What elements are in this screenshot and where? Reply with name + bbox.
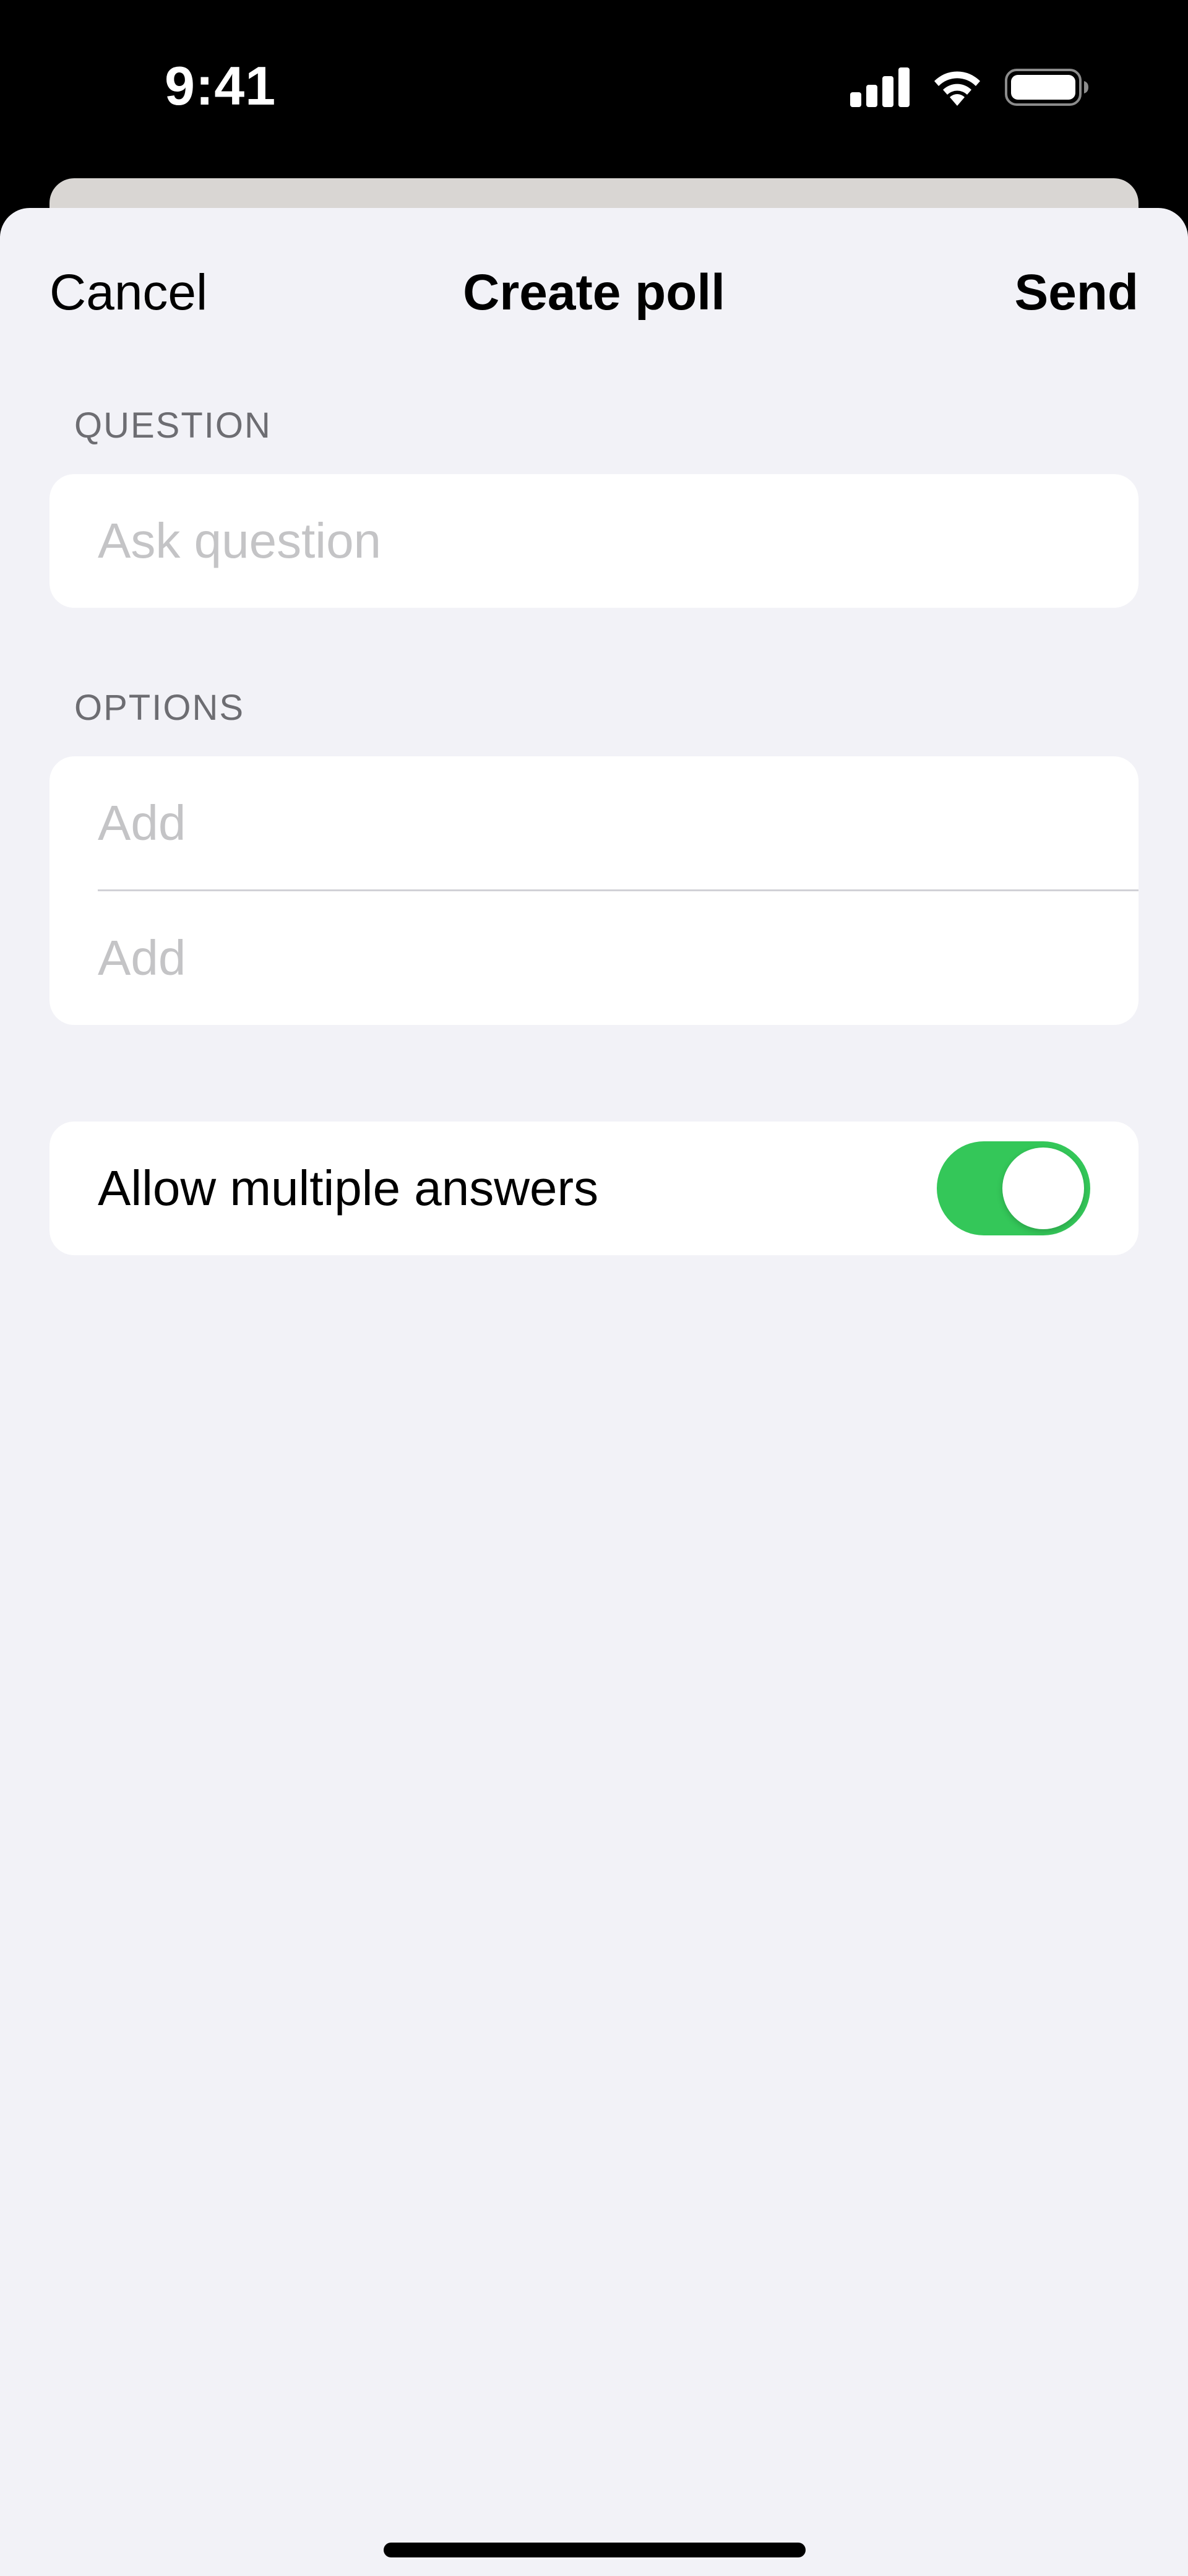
question-section-label: QUESTION <box>74 405 272 446</box>
settings-group: Allow multiple answers <box>50 1122 1138 1255</box>
page-title: Create poll <box>463 264 725 321</box>
status-bar: 9:41 <box>0 0 1188 178</box>
battery-icon <box>1005 67 1089 110</box>
send-button[interactable]: Send <box>1015 264 1138 322</box>
create-poll-sheet: Cancel Create poll Send QUESTION OPTIONS… <box>0 208 1188 2576</box>
status-time: 9:41 <box>165 55 277 116</box>
toggle-knob <box>1002 1148 1084 1229</box>
option-input-1[interactable] <box>98 756 1088 890</box>
home-indicator <box>384 2543 806 2557</box>
allow-multiple-label: Allow multiple answers <box>98 1160 599 1216</box>
options-group <box>50 756 1138 1025</box>
allow-multiple-toggle[interactable] <box>937 1141 1090 1235</box>
question-field[interactable] <box>50 474 1138 608</box>
wifi-icon <box>931 67 984 110</box>
question-input[interactable] <box>98 474 1088 608</box>
status-icons <box>850 67 1089 110</box>
navigation-bar: Cancel Create poll Send <box>0 208 1188 381</box>
option-field-1[interactable] <box>50 756 1138 890</box>
option-input-2[interactable] <box>98 891 1088 1025</box>
question-group <box>50 474 1138 608</box>
cellular-signal-icon <box>850 67 910 110</box>
options-section-label: OPTIONS <box>74 688 245 728</box>
allow-multiple-row: Allow multiple answers <box>50 1122 1138 1255</box>
option-field-2[interactable] <box>50 891 1138 1025</box>
